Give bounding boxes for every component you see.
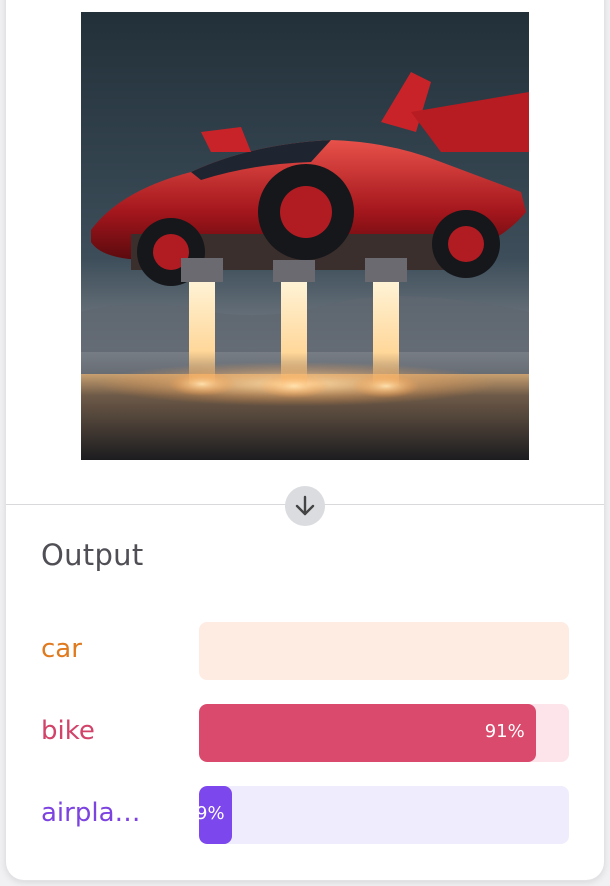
result-bar-track — [199, 622, 569, 680]
input-image — [81, 12, 529, 460]
output-title: Output — [41, 538, 144, 572]
result-percent: 9% — [199, 803, 225, 824]
result-label: car — [41, 634, 82, 664]
scroll-down-button[interactable] — [285, 486, 325, 526]
classifier-card: Output car bike 91% airpla… 9% — [6, 0, 604, 880]
result-row-car: car — [41, 622, 571, 680]
result-row-airplane: airpla… 9% — [41, 786, 571, 844]
result-bar-track: 91% — [199, 704, 569, 762]
result-bar-track: 9% — [199, 786, 569, 844]
result-row-bike: bike 91% — [41, 704, 571, 762]
arrow-down-icon — [295, 495, 315, 516]
result-percent: 91% — [484, 721, 525, 742]
result-label: bike — [41, 716, 95, 746]
flying-car-image — [81, 12, 529, 460]
result-label: airpla… — [41, 798, 141, 828]
